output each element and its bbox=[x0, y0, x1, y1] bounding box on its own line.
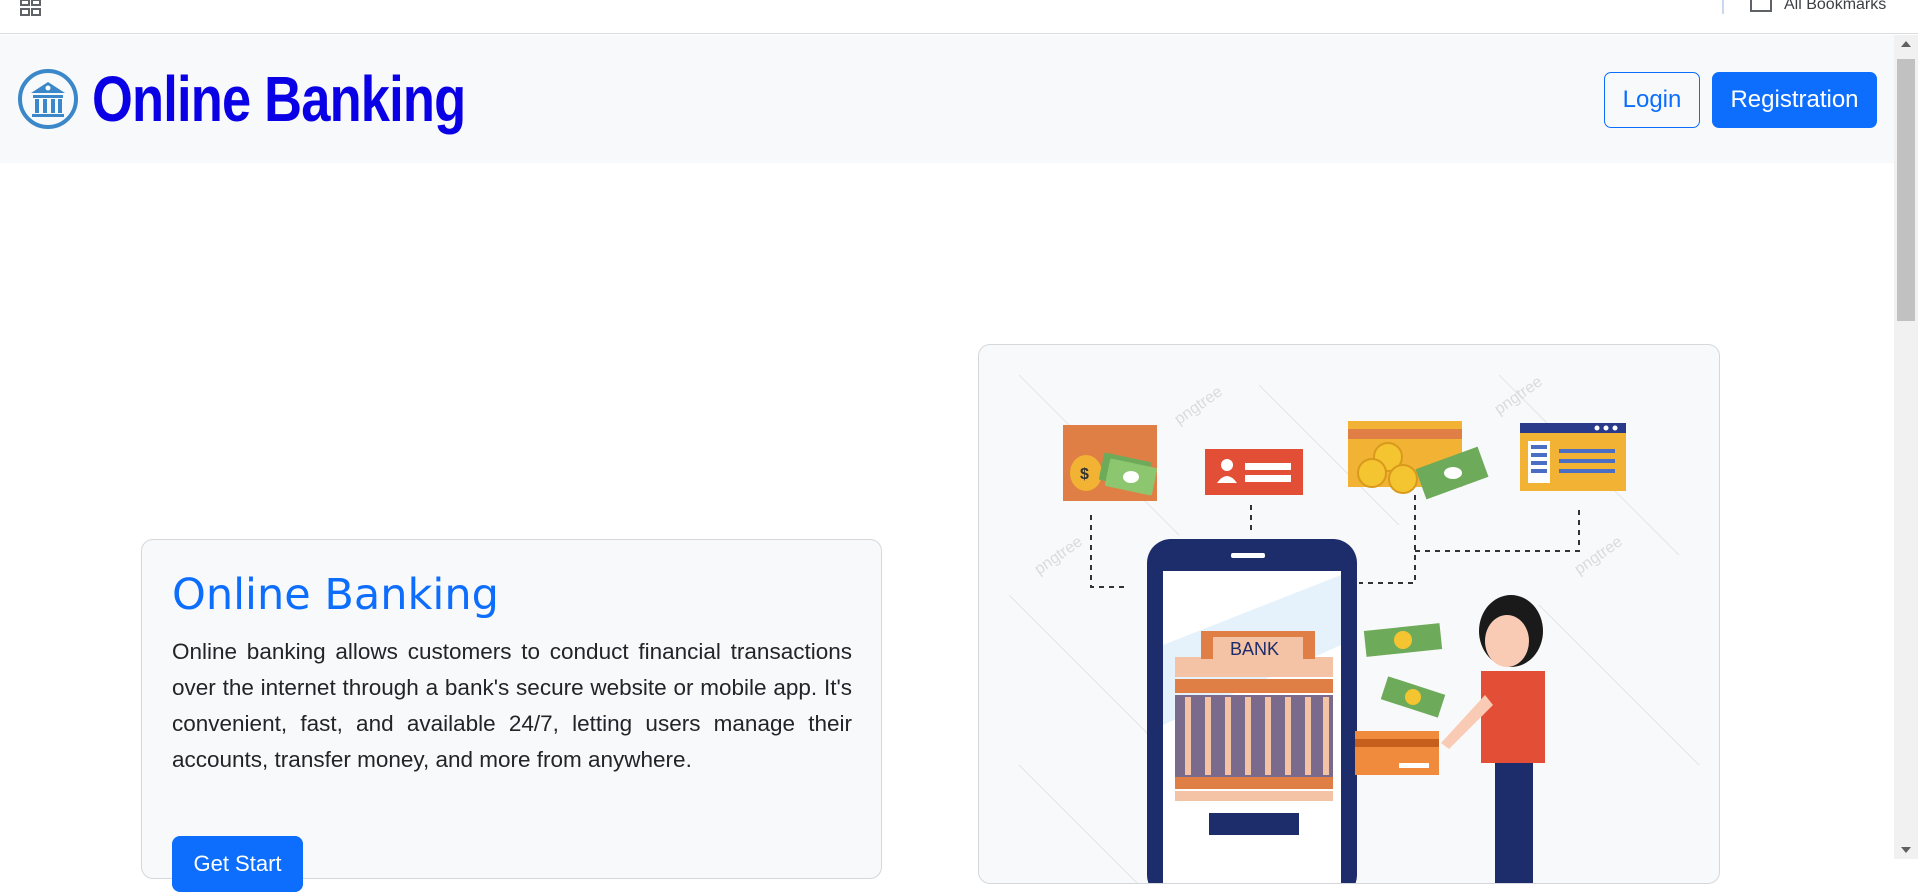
phone-icon: BANK bbox=[1147, 539, 1357, 883]
bookmarks-divider bbox=[1722, 0, 1724, 14]
online-banking-illustration: pngtree pngtree pngtree pngtree $ BANK bbox=[1008, 373, 1700, 883]
watermark-text: pngtree bbox=[1492, 373, 1546, 418]
watermark-text: pngtree bbox=[1572, 533, 1626, 578]
svg-text:$: $ bbox=[1080, 466, 1089, 483]
scroll-down-arrow-icon[interactable] bbox=[1901, 847, 1911, 853]
coins-cards-icon bbox=[1348, 421, 1489, 500]
registration-button[interactable]: Registration bbox=[1712, 72, 1877, 128]
money-bag-icon: $ bbox=[1063, 425, 1158, 501]
get-start-button[interactable]: Get Start bbox=[172, 836, 303, 892]
page-scrollbar[interactable] bbox=[1894, 35, 1918, 859]
online-banking-card: Online Banking Online banking allows cus… bbox=[141, 539, 882, 892]
card-title: Online Banking bbox=[172, 570, 499, 620]
brand-title[interactable]: Online Banking bbox=[92, 61, 466, 137]
watermark-text: pngtree bbox=[1172, 383, 1226, 428]
scroll-up-arrow-icon[interactable] bbox=[1901, 41, 1911, 47]
bank-building-icon[interactable] bbox=[18, 69, 78, 129]
site-header: Online Banking Login Registration bbox=[0, 35, 1894, 163]
apps-grid-icon[interactable] bbox=[20, 0, 42, 16]
id-card-icon bbox=[1205, 449, 1303, 495]
browser-window-icon bbox=[1520, 423, 1626, 491]
all-bookmarks-link[interactable]: All Bookmarks bbox=[1784, 0, 1886, 14]
bookmarks-bar: All Bookmarks bbox=[0, 0, 1918, 34]
illustration-card: pngtree pngtree pngtree pngtree $ BANK bbox=[978, 344, 1720, 884]
bank-sign: BANK bbox=[1230, 639, 1279, 659]
login-button[interactable]: Login bbox=[1604, 72, 1700, 128]
woman-figure-icon bbox=[1441, 595, 1545, 883]
scrollbar-thumb[interactable] bbox=[1897, 59, 1915, 321]
folder-icon[interactable] bbox=[1750, 0, 1772, 12]
card-description: Online banking allows customers to condu… bbox=[172, 639, 852, 772]
watermark-text: pngtree bbox=[1032, 533, 1086, 578]
